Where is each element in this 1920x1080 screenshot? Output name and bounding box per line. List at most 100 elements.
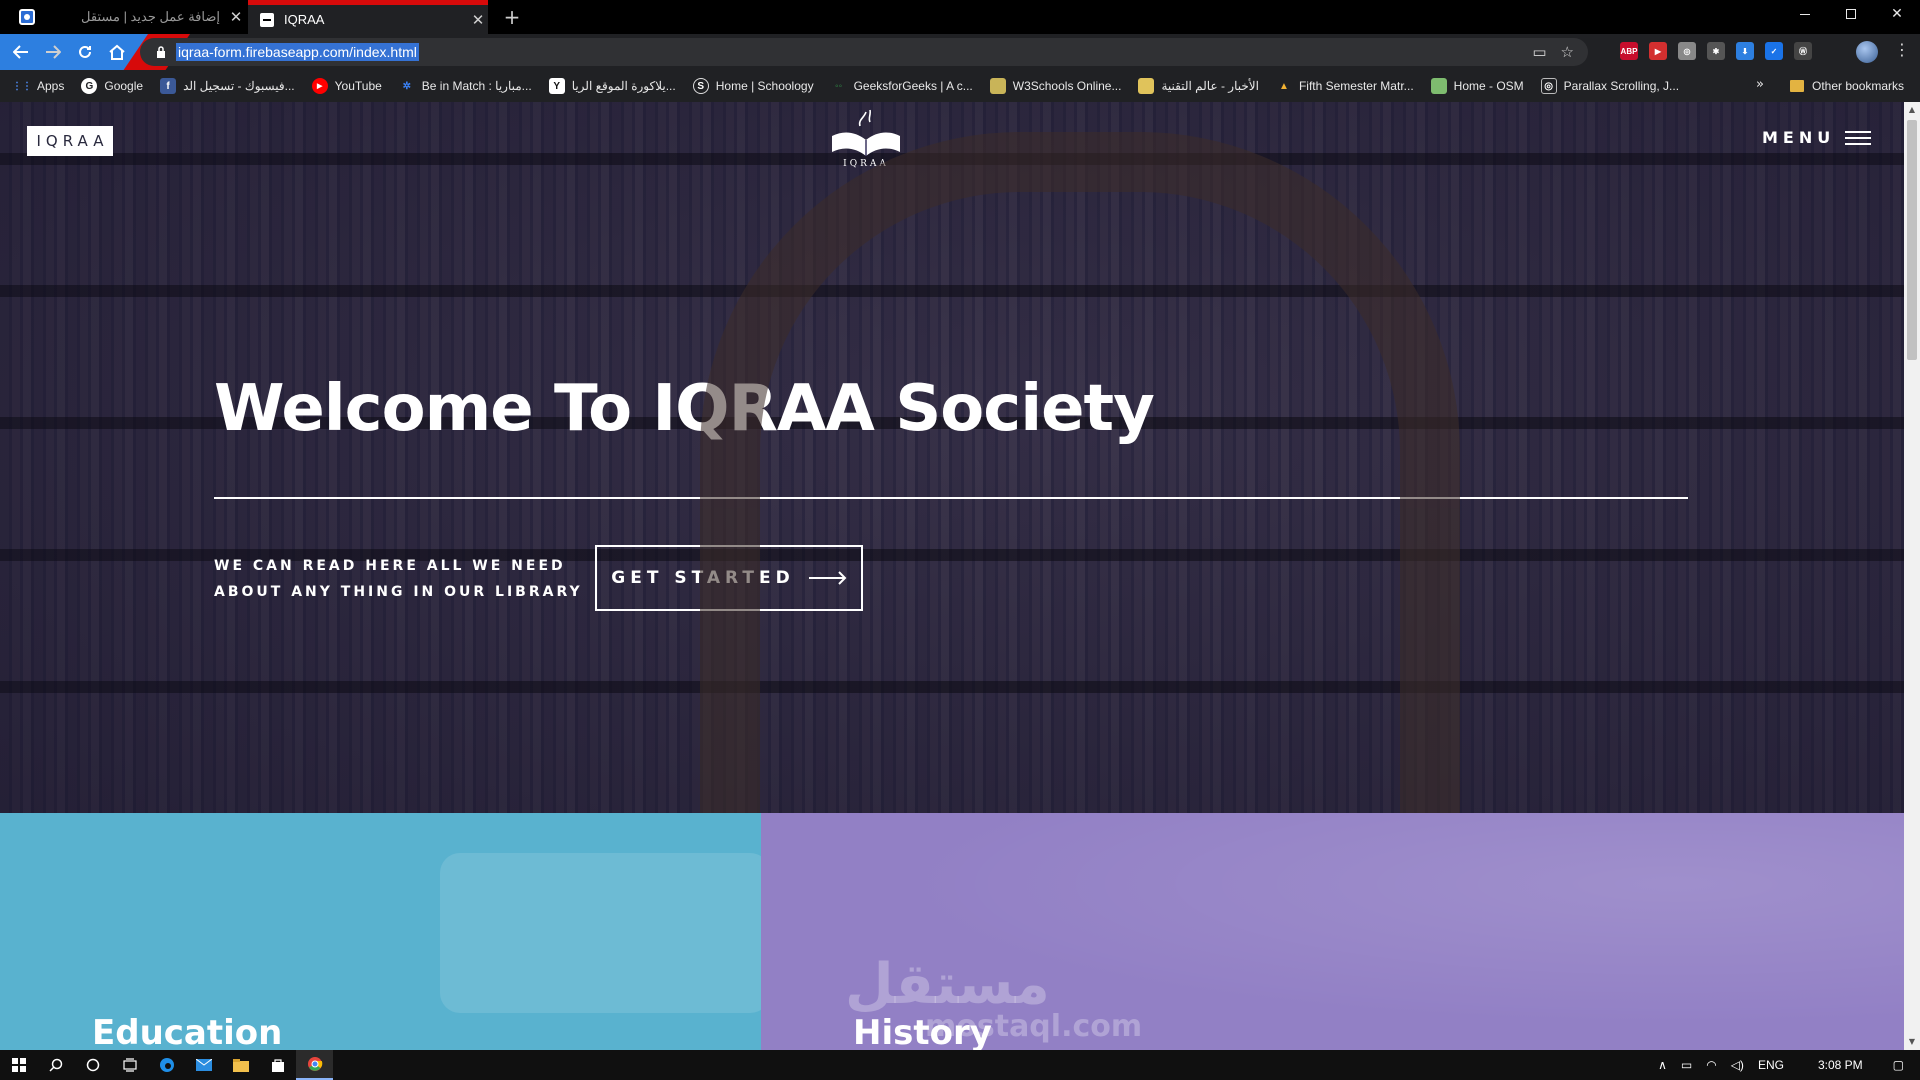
start-button[interactable] — [0, 1050, 37, 1080]
task-view-icon[interactable] — [111, 1050, 148, 1080]
hero-title: Welcome To IQRAA Society — [214, 372, 1155, 446]
bookmark-label: Be in Match : مباريا... — [421, 79, 532, 93]
chevron-up-icon[interactable]: ∧ — [1658, 1058, 1667, 1072]
language-indicator[interactable]: ENG — [1758, 1058, 1784, 1072]
other-bookmarks-folder[interactable]: Other bookmarks — [1790, 70, 1904, 102]
bookmark-yallakora[interactable]: Y يلاكورة الموقع الريا... — [548, 78, 676, 94]
tab-title: إضافة عمل جديد | مستقل — [81, 9, 220, 24]
lock-icon[interactable] — [152, 45, 170, 59]
home-button[interactable] — [104, 40, 130, 64]
omnibox-actions: ▭ ☆ — [1532, 43, 1574, 61]
tab-mostaql[interactable]: إضافة عمل جديد | مستقل ✕ — [74, 0, 246, 34]
get-started-label: GET STARTED — [611, 568, 795, 588]
notifications-icon[interactable]: ▢ — [1893, 1058, 1904, 1072]
education-panel[interactable]: Education — [0, 813, 761, 1050]
clock[interactable]: 3:08 PM — [1818, 1058, 1863, 1072]
drive-icon: ▲ — [1279, 80, 1289, 92]
scroll-down-icon[interactable]: ▼ — [1904, 1034, 1920, 1050]
close-icon[interactable]: ✕ — [468, 11, 488, 29]
reload-icon — [79, 45, 91, 58]
bookmark-tech-news[interactable]: الأخبار - عالم التقنية — [1138, 78, 1259, 94]
history-panel[interactable]: مستقل mostaql.com History — [761, 813, 1904, 1050]
new-tab-button[interactable]: + — [500, 4, 524, 30]
get-started-button[interactable]: GET STARTED — [595, 545, 863, 611]
minimize-icon — [1800, 13, 1810, 15]
bookmark-fifth-semester[interactable]: ▲ Fifth Semester Matr... — [1276, 78, 1414, 94]
bookmark-w3schools[interactable]: W3Schools Online... — [989, 78, 1121, 94]
windows-taskbar: ∧ ▭ ◠ ◁) ENG 3:08 PM ▢ — [0, 1050, 1920, 1080]
mail-icon[interactable] — [185, 1050, 222, 1080]
profile-avatar[interactable] — [1856, 41, 1878, 63]
video-extension-icon[interactable]: ▶ — [1649, 42, 1667, 60]
bookmarks-overflow-button[interactable]: » — [1756, 77, 1764, 92]
bookmark-google[interactable]: G Google — [81, 78, 143, 94]
watermark-arabic: مستقل — [845, 952, 1050, 1017]
bookmark-label: Fifth Semester Matr... — [1298, 79, 1414, 93]
more-menu-icon[interactable]: ⋮ — [1894, 40, 1910, 59]
bookmark-parallax[interactable]: ◎ Parallax Scrolling, J... — [1540, 78, 1680, 94]
file-explorer-icon[interactable] — [222, 1050, 259, 1080]
other-bookmarks-label: Other bookmarks — [1812, 79, 1905, 93]
tab-iqraa[interactable]: IQRAA ✕ — [248, 0, 488, 34]
screen: إضافة عمل جديد | مستقل ✕ IQRAA ✕ + ✕ iqr… — [0, 0, 1920, 1080]
battery-icon[interactable]: ▭ — [1681, 1058, 1692, 1072]
windows-logo-icon — [11, 1058, 26, 1072]
close-window-button[interactable]: ✕ — [1874, 0, 1920, 28]
bookmark-schoology[interactable]: S Home | Schoology — [692, 78, 814, 94]
osm-icon — [1430, 78, 1447, 94]
arrow-right-icon — [46, 45, 61, 59]
reload-button[interactable] — [72, 40, 98, 64]
tab-title: IQRAA — [284, 12, 325, 27]
camera-icon[interactable]: ◎ — [1678, 42, 1696, 60]
bookmarks-bar: ⋮⋮ Apps G Google f فيسبوك - تسجيل الد...… — [0, 70, 1920, 102]
geeks-icon: ◦◦ — [835, 80, 843, 92]
bookmark-label: فيسبوك - تسجيل الد... — [183, 79, 295, 93]
forward-button[interactable] — [40, 40, 66, 64]
iqraa-book-logo-icon[interactable]: IQRAA — [826, 106, 906, 168]
edge-icon[interactable] — [148, 1050, 185, 1080]
history-title: History — [853, 1013, 992, 1050]
bookmark-facebook[interactable]: f فيسبوك - تسجيل الد... — [160, 78, 295, 94]
bookmark-geeksforgeeks[interactable]: ◦◦ GeeksforGeeks | A c... — [831, 78, 973, 94]
gear-extension-icon[interactable]: ✱ — [1707, 42, 1725, 60]
back-button[interactable] — [8, 40, 34, 64]
extensions-area: ABP ▶ ◎ ✱ ⬇ ✓ Ⓦ — [1620, 42, 1812, 60]
arrow-right-icon — [808, 571, 847, 585]
bookmark-be-in-match[interactable]: ✲ Be in Match : مباريا... — [399, 78, 532, 94]
cortana-icon[interactable] — [74, 1050, 111, 1080]
volume-icon[interactable]: ◁) — [1731, 1058, 1744, 1072]
restore-button[interactable] — [1828, 0, 1874, 28]
tab-strip: إضافة عمل جديد | مستقل ✕ IQRAA ✕ + ✕ — [0, 0, 1920, 34]
star-icon[interactable]: ☆ — [1561, 43, 1574, 61]
scroll-up-icon[interactable]: ▲ — [1904, 102, 1920, 118]
bookmark-youtube[interactable]: ▶ YouTube — [311, 78, 382, 94]
chrome-taskbar-icon[interactable] — [296, 1050, 333, 1080]
brand-logo-box[interactable]: IQRAA — [27, 126, 113, 156]
window-controls: ✕ — [1782, 0, 1920, 28]
adblock-icon[interactable]: ABP — [1620, 42, 1638, 60]
search-icon[interactable] — [37, 1050, 74, 1080]
w-extension-icon[interactable]: Ⓦ — [1794, 42, 1812, 60]
hero-divider — [214, 497, 1688, 499]
apps-grid-icon: ⋮⋮ — [12, 80, 32, 92]
google-icon: G — [81, 78, 98, 94]
bookmark-apps[interactable]: ⋮⋮ Apps — [12, 78, 64, 94]
minimize-button[interactable] — [1782, 0, 1828, 28]
bookmark-osm[interactable]: Home - OSM — [1430, 78, 1524, 94]
hero-section: IQRAA IQRAA MENU Welcome To IQRAA Societ… — [0, 102, 1904, 952]
facebook-icon: f — [160, 78, 177, 94]
menu-button[interactable]: MENU — [1762, 128, 1872, 147]
scrollbar-thumb[interactable] — [1907, 120, 1917, 360]
cast-icon[interactable]: ▭ — [1532, 43, 1546, 61]
taskbar-apps — [0, 1050, 333, 1080]
check-extension-icon[interactable]: ✓ — [1765, 42, 1783, 60]
browser-menu-icon[interactable] — [19, 9, 35, 25]
address-bar[interactable]: iqraa-form.firebaseapp.com/index.html ▭ … — [140, 38, 1588, 66]
url-text[interactable]: iqraa-form.firebaseapp.com/index.html — [176, 43, 419, 61]
download-extension-icon[interactable]: ⬇ — [1736, 42, 1754, 60]
close-icon[interactable]: ✕ — [226, 8, 246, 26]
wifi-icon[interactable]: ◠ — [1706, 1058, 1716, 1072]
store-icon[interactable] — [259, 1050, 296, 1080]
page-scrollbar[interactable]: ▲ ▼ — [1904, 102, 1920, 1050]
bookmark-label: Parallax Scrolling, J... — [1563, 79, 1680, 93]
